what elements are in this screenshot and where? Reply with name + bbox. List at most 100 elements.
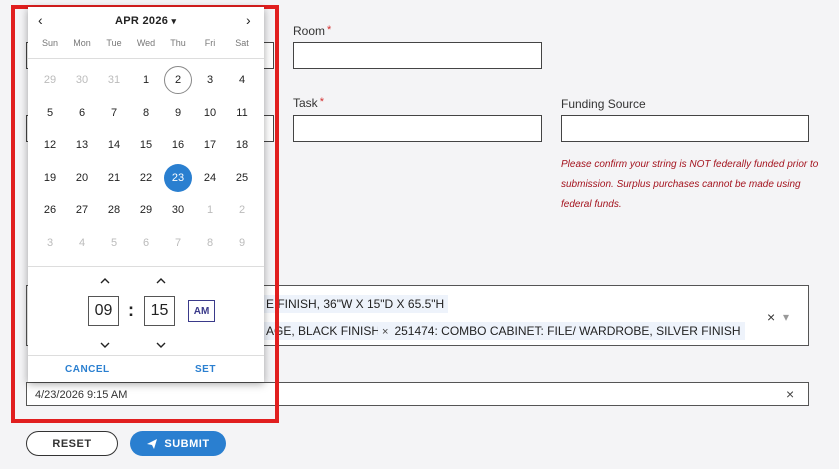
item-chip: E FINISH, 36"W X 15"D X 65.5"H [262, 295, 449, 313]
day-number: 6 [142, 236, 150, 249]
day-number: 20 [75, 171, 89, 184]
day-number: 9 [238, 236, 246, 249]
day-cell[interactable]: 13 [66, 129, 98, 162]
day-cell[interactable]: 8 [130, 97, 162, 130]
day-cell[interactable]: 31 [98, 64, 130, 97]
day-number: 5 [110, 236, 118, 249]
day-cell[interactable]: 17 [194, 129, 226, 162]
set-button[interactable]: SET [195, 364, 216, 375]
day-cell[interactable]: 1 [194, 194, 226, 227]
day-cell[interactable]: 9 [226, 227, 258, 260]
divider [28, 355, 264, 356]
day-cell[interactable]: 3 [194, 64, 226, 97]
minute-input[interactable]: 15 [144, 296, 175, 326]
day-number: 7 [174, 236, 182, 249]
day-cell[interactable]: 30 [66, 64, 98, 97]
day-cell[interactable]: 30 [162, 194, 194, 227]
minute-up-icon[interactable] [154, 273, 168, 287]
day-cell[interactable]: 2 [226, 194, 258, 227]
day-cell[interactable]: 8 [194, 227, 226, 260]
federal-funds-warning: Please confirm your string is NOT federa… [561, 159, 819, 210]
day-number: 10 [203, 106, 217, 119]
task-input[interactable] [293, 115, 542, 142]
day-number: 22 [139, 171, 153, 184]
day-cell[interactable]: 18 [226, 129, 258, 162]
day-number: 3 [46, 236, 54, 249]
day-cell[interactable]: 3 [34, 227, 66, 260]
day-cell[interactable]: 7 [98, 97, 130, 130]
funding-source-input[interactable] [561, 115, 809, 142]
day-cell[interactable]: 20 [66, 162, 98, 195]
day-cell[interactable]: 28 [98, 194, 130, 227]
item-chip-text: 251474: COMBO CABINET: FILE/ WARDROBE, S… [394, 324, 741, 338]
day-cell[interactable]: 15 [130, 129, 162, 162]
day-cell[interactable]: 5 [34, 97, 66, 130]
day-cell[interactable]: 9 [162, 97, 194, 130]
day-number: 15 [139, 139, 153, 152]
chevron-down-icon [100, 342, 110, 348]
day-cell[interactable]: 24 [194, 162, 226, 195]
cancel-button[interactable]: CANCEL [65, 364, 110, 375]
day-cell-selected[interactable]: 23 [162, 162, 194, 195]
day-cell[interactable]: 14 [98, 129, 130, 162]
hour-input[interactable]: 09 [88, 296, 119, 326]
required-mark: * [327, 24, 332, 36]
room-label: Room * [293, 24, 331, 38]
day-cell[interactable]: 4 [226, 64, 258, 97]
hour-down-icon[interactable] [98, 337, 112, 351]
prev-month-icon[interactable]: ‹ [38, 12, 43, 28]
chevron-up-icon [156, 278, 166, 284]
item-chip: × 251474: COMBO CABINET: FILE/ WARDROBE, … [378, 322, 745, 340]
dropdown-caret-icon[interactable]: ▾ [783, 310, 789, 324]
day-number: 30 [171, 204, 185, 217]
reset-button[interactable]: RESET [26, 431, 118, 456]
day-number: 9 [174, 106, 182, 119]
day-cell[interactable]: 29 [130, 194, 162, 227]
day-number: 5 [46, 106, 54, 119]
day-cell[interactable]: 5 [98, 227, 130, 260]
ampm-toggle[interactable]: AM [188, 300, 215, 322]
day-cell[interactable]: 16 [162, 129, 194, 162]
divider [28, 266, 264, 267]
day-cell[interactable]: 10 [194, 97, 226, 130]
hour-up-icon[interactable] [98, 273, 112, 287]
day-number: 8 [206, 236, 214, 249]
weekday-label: Tue [106, 38, 122, 48]
clear-datetime-icon[interactable]: × [786, 386, 794, 402]
room-input[interactable] [293, 42, 542, 69]
day-cell[interactable]: 21 [98, 162, 130, 195]
day-cell[interactable]: 22 [130, 162, 162, 195]
day-cell[interactable]: 12 [34, 129, 66, 162]
day-number: 2 [164, 66, 192, 95]
day-grid: 29 30 31 1 2 3 4 5 6 7 8 9 10 11 12 13 14 15 16 17 18 19 20 21 2… [34, 64, 258, 259]
chip-remove-icon[interactable]: × [382, 326, 388, 338]
day-cell[interactable]: 19 [34, 162, 66, 195]
clear-all-icon[interactable]: × [767, 309, 775, 325]
day-cell[interactable]: 1 [130, 64, 162, 97]
weekday-label: Sat [235, 38, 249, 48]
day-cell[interactable]: 6 [66, 97, 98, 130]
required-mark: * [319, 96, 324, 108]
day-number: 19 [43, 171, 57, 184]
day-cell[interactable]: 11 [226, 97, 258, 130]
day-number: 17 [203, 139, 217, 152]
day-cell[interactable]: 6 [130, 227, 162, 260]
day-number: 1 [206, 204, 214, 217]
day-cell[interactable]: 27 [66, 194, 98, 227]
day-number: 3 [206, 74, 214, 87]
day-cell[interactable]: 25 [226, 162, 258, 195]
day-cell[interactable]: 29 [34, 64, 66, 97]
next-month-icon[interactable]: › [246, 12, 251, 28]
day-number: 1 [142, 74, 150, 87]
submit-button[interactable]: SUBMIT [130, 431, 226, 456]
minute-down-icon[interactable] [154, 337, 168, 351]
day-number: 30 [75, 74, 89, 87]
day-cell[interactable]: 26 [34, 194, 66, 227]
weekday-label: Thu [170, 38, 186, 48]
weekday-label: Mon [73, 38, 91, 48]
day-cell[interactable]: 7 [162, 227, 194, 260]
day-cell[interactable]: 4 [66, 227, 98, 260]
month-year-selector[interactable]: APR 2026 ▾ [115, 15, 176, 27]
day-cell[interactable]: 2 [162, 64, 194, 97]
day-number: 25 [235, 171, 249, 184]
